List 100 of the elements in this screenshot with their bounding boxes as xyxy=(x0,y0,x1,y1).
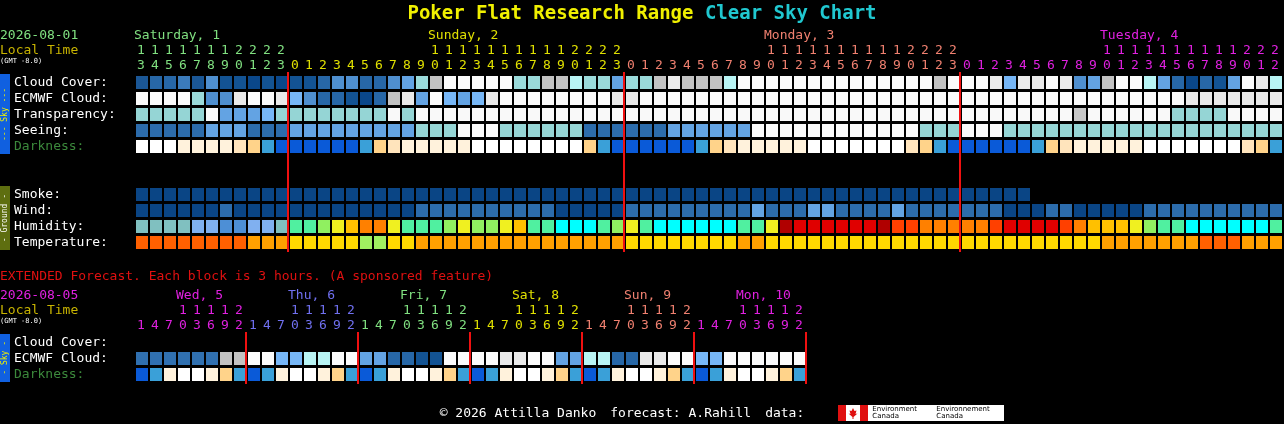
hour-label: 9 xyxy=(417,57,425,72)
chart-title: Clear Sky Chart xyxy=(704,1,877,23)
hour-label: 13 xyxy=(193,302,201,332)
hour-label: 17 xyxy=(1201,42,1209,72)
hour-label: 16 xyxy=(431,302,439,332)
hour-label: 10 xyxy=(179,302,187,332)
hour-label: 21 xyxy=(1257,42,1265,72)
hour-label: 1 xyxy=(249,317,257,332)
hour-label: 19 xyxy=(445,302,453,332)
hour-label: 1 xyxy=(361,317,369,332)
hour-label: 9 xyxy=(1089,57,1097,72)
forecast-date: 2026-08-05 xyxy=(0,287,80,302)
forecast-credit: forecast: A.Rahill xyxy=(610,404,752,422)
hour-label: 7 xyxy=(725,57,733,72)
hour-label: 22 xyxy=(459,302,467,332)
hour-label: 10 xyxy=(291,302,299,332)
hour-label: 18 xyxy=(879,42,887,72)
hour-label: 4 xyxy=(711,317,719,332)
hour-label: 5 xyxy=(697,57,705,72)
hour-label: 14 xyxy=(487,42,495,72)
section-band: --- Sky --- xyxy=(0,74,10,154)
hour-label: 21 xyxy=(921,42,929,72)
hour-label: 7 xyxy=(613,317,621,332)
hour-label: 20 xyxy=(235,42,243,72)
hour-label: 19 xyxy=(557,302,565,332)
row-label: Darkness: xyxy=(14,366,86,382)
hour-label: 13 xyxy=(417,302,425,332)
hour-label: 10 xyxy=(627,302,635,332)
data-credit: data: xyxy=(765,404,805,422)
hour-label: 23 xyxy=(277,42,285,72)
hour-label: 1 xyxy=(137,317,145,332)
row-label: Wind: xyxy=(14,202,55,218)
hour-label: 22 xyxy=(571,302,579,332)
section-band: - Ground - xyxy=(0,186,10,250)
row-label: Humidity: xyxy=(14,218,86,234)
hour-label: 0 xyxy=(963,57,971,72)
hour-label: 19 xyxy=(333,302,341,332)
hour-label: 17 xyxy=(865,42,873,72)
hour-label: 12 xyxy=(1131,42,1139,72)
hour-label: 12 xyxy=(795,42,803,72)
hour-label: 1 xyxy=(977,57,985,72)
copyright-text: © 2026 Attilla Danko xyxy=(439,404,597,422)
hour-label: 14 xyxy=(823,42,831,72)
hour-label: 0 xyxy=(291,57,299,72)
hour-label: 10 xyxy=(403,302,411,332)
hour-label: 13 xyxy=(753,302,761,332)
hour-label: 17 xyxy=(529,42,537,72)
hour-label: 7 xyxy=(725,317,733,332)
hour-label: 19 xyxy=(893,42,901,72)
hour-label: 20 xyxy=(1243,42,1251,72)
hour-label: 23 xyxy=(613,42,621,72)
hour-label: 6 xyxy=(711,57,719,72)
hour-label: 22 xyxy=(795,302,803,332)
hour-label: 7 xyxy=(165,317,173,332)
hour-label: 16 xyxy=(515,42,523,72)
hour-label: 16 xyxy=(655,302,663,332)
day-label: Monday, 3 xyxy=(764,27,836,42)
hour-label: 18 xyxy=(207,42,215,72)
hour-label: 2 xyxy=(319,57,327,72)
hour-label: 16 xyxy=(179,42,187,72)
day-label: Mon, 10 xyxy=(736,287,792,302)
flag-icon xyxy=(838,405,869,421)
hour-label: 16 xyxy=(1187,42,1195,72)
hour-label: 22 xyxy=(1271,42,1279,72)
row-label: ECMWF Cloud: xyxy=(14,350,109,366)
hour-label: 12 xyxy=(459,42,467,72)
hour-label: 4 xyxy=(263,317,271,332)
hour-label: 8 xyxy=(1075,57,1083,72)
hour-label: 6 xyxy=(375,57,383,72)
hour-label: 4 xyxy=(599,317,607,332)
hour-label: 2 xyxy=(991,57,999,72)
hour-label: 3 xyxy=(1005,57,1013,72)
row-label: Smoke: xyxy=(14,186,62,202)
hour-label: 4 xyxy=(487,317,495,332)
row-label: Temperature: xyxy=(14,234,109,250)
hour-label: 6 xyxy=(1047,57,1055,72)
hour-label: 20 xyxy=(907,42,915,72)
day-label: Fri, 7 xyxy=(400,287,448,302)
hour-label: 16 xyxy=(851,42,859,72)
hour-label: 14 xyxy=(151,42,159,72)
hour-label: 7 xyxy=(389,317,397,332)
hour-label: 8 xyxy=(739,57,747,72)
day-label: Saturday, 1 xyxy=(134,27,222,42)
hour-label: 7 xyxy=(1061,57,1069,72)
row-label: Cloud Cover: xyxy=(14,74,109,90)
hour-label: 20 xyxy=(571,42,579,72)
day-label: Thu, 6 xyxy=(288,287,336,302)
hour-label: 10 xyxy=(431,42,439,72)
hour-label: 13 xyxy=(137,42,145,72)
hour-label: 13 xyxy=(305,302,313,332)
hour-label: 19 xyxy=(221,42,229,72)
hour-label: 16 xyxy=(543,302,551,332)
row-label: Seeing: xyxy=(14,122,70,138)
hour-label: 19 xyxy=(781,302,789,332)
hour-label: 4 xyxy=(375,317,383,332)
hour-label: 8 xyxy=(403,57,411,72)
hour-label: 15 xyxy=(1173,42,1181,72)
local-time-label: Local Time xyxy=(0,302,80,317)
hour-label: 19 xyxy=(557,42,565,72)
hour-label: 15 xyxy=(501,42,509,72)
